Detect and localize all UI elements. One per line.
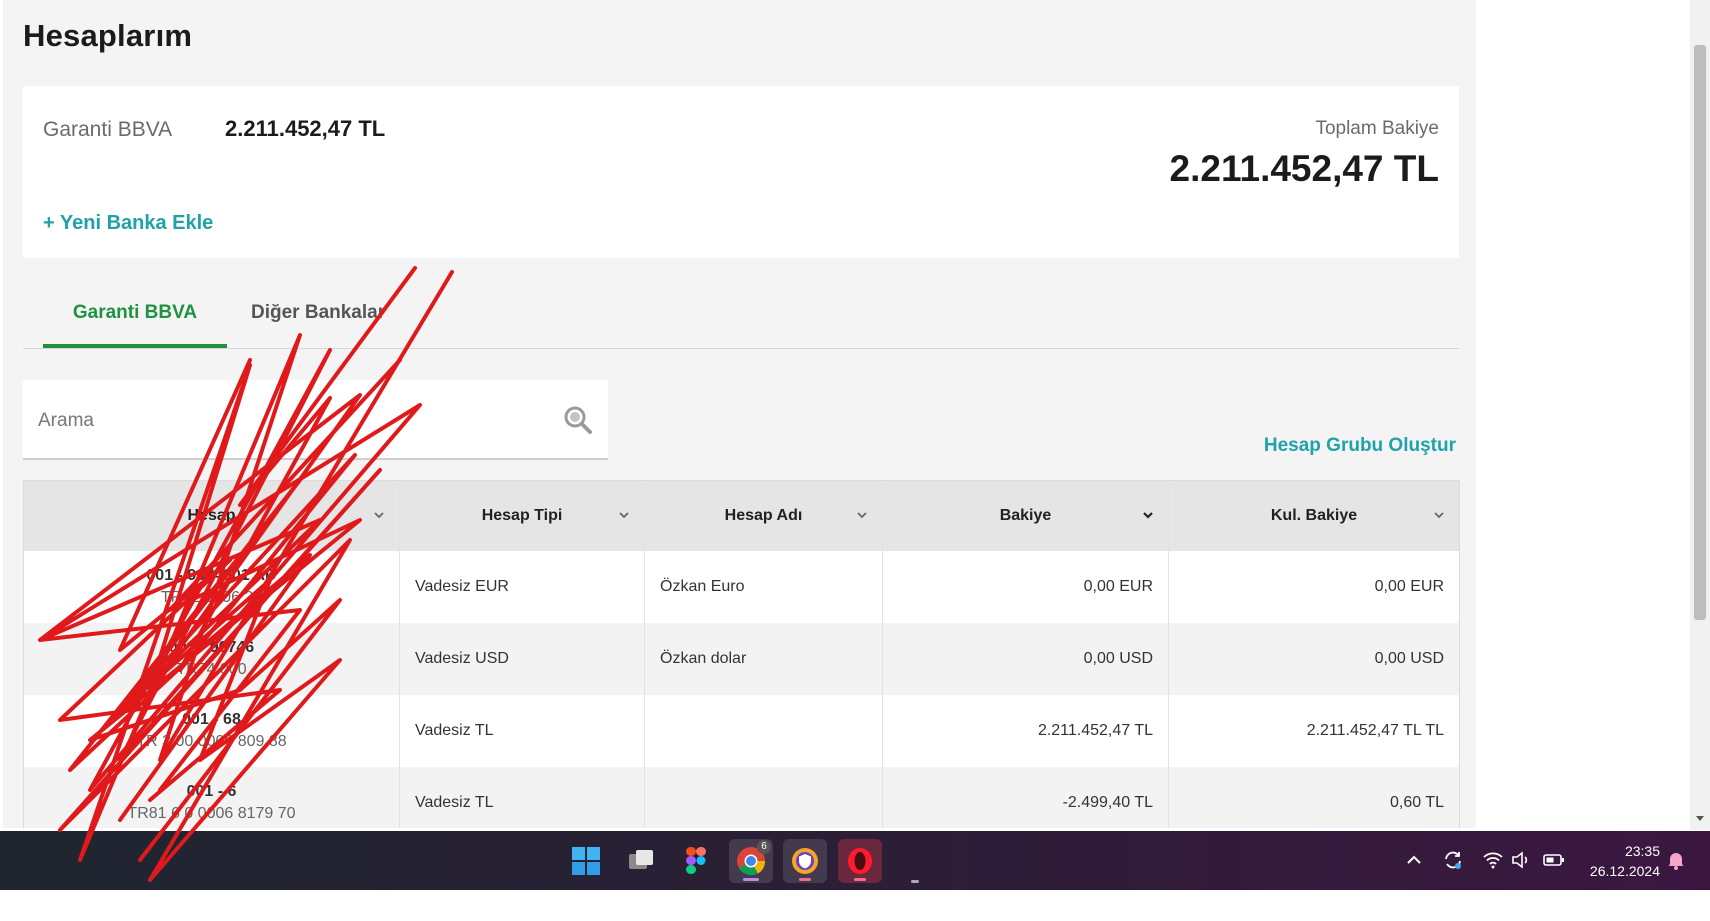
total-balance-label: Toplam Bakiye (1315, 118, 1439, 139)
table-header: Hesap Hesap Tipi Hesap Adı Bakiye Kul. B… (24, 481, 1459, 551)
balance-cell: 2.211.452,47 TL (883, 695, 1169, 767)
search-input[interactable] (38, 404, 538, 438)
windows-start-icon (572, 847, 600, 875)
speaker-icon (1512, 851, 1528, 869)
tray-overflow-button[interactable] (1402, 848, 1426, 872)
chevron-down-icon (374, 512, 384, 519)
battery-button[interactable] (1542, 848, 1566, 872)
column-header-account-name[interactable]: Hesap Adı (645, 481, 883, 551)
account-cell: 001 - 9074601 AD TR42 0006 20 (24, 551, 400, 623)
wifi-icon (1483, 852, 1503, 869)
column-header-account-type[interactable]: Hesap Tipi (400, 481, 645, 551)
summary-bank-amount: 2.211.452,47 TL (225, 116, 386, 141)
summary-bank-name: Garanti BBVA (43, 118, 173, 141)
account-number: 001 - 90746 (168, 639, 255, 656)
balance-cell: 0,00 EUR (883, 551, 1169, 623)
account-name-cell (645, 767, 883, 828)
page-title: Hesaplarım (23, 18, 193, 53)
create-account-group-link[interactable]: Hesap Grubu Oluştur (1264, 435, 1456, 457)
chevron-down-icon (619, 512, 629, 519)
balance-cell: 0,00 USD (883, 623, 1169, 695)
search-icon[interactable] (562, 404, 594, 436)
account-type-cell: Vadesiz USD (400, 623, 645, 695)
taskbar-clock[interactable]: 23:35 26.12.2024 (1590, 841, 1660, 881)
table-row[interactable]: 001 - 9074601 AD TR42 0006 20 Vadesiz EU… (24, 551, 1459, 623)
account-type-cell: Vadesiz EUR (400, 551, 645, 623)
add-bank-link[interactable]: + Yeni Banka Ekle (43, 212, 213, 235)
scroll-down-arrow-icon[interactable] (1694, 812, 1706, 824)
chevron-down-icon (857, 512, 867, 519)
bell-icon (1668, 853, 1684, 870)
usable-balance-cell: 2.211.452,47 TL TL (1306, 722, 1444, 739)
account-name-cell: Özkan dolar (645, 623, 883, 695)
running-indicator (743, 878, 759, 881)
opera-icon (848, 848, 872, 874)
task-view-button[interactable] (619, 839, 663, 883)
tab-garanti-bbva[interactable]: Garanti BBVA (43, 302, 227, 348)
vpn-button[interactable] (783, 839, 827, 883)
account-name-cell: Özkan Euro (645, 551, 883, 623)
running-indicator (854, 878, 866, 881)
account-iban: TR81 6 0 0006 8179 70 (127, 805, 296, 822)
notifications-button[interactable] (1664, 848, 1688, 872)
column-header-account[interactable]: Hesap (24, 481, 400, 551)
sync-icon (1445, 851, 1461, 869)
balance-summary-card: Garanti BBVA 2.211.452,47 TL + Yeni Bank… (23, 86, 1459, 258)
running-indicator (799, 878, 811, 881)
chrome-profile-badge: 6 (757, 840, 771, 854)
opera-button[interactable] (838, 839, 882, 883)
account-name-cell (645, 695, 883, 767)
balance-cell: -2.499,40 TL (883, 767, 1169, 828)
taskbar-overflow-indicator (911, 880, 919, 883)
task-view-icon (629, 850, 653, 869)
account-number: 001 - 6 (186, 783, 237, 800)
account-iban: TR 3 00 0006 809 88 (136, 733, 287, 750)
table-row[interactable]: 001 - 6 TR81 6 0 0006 8179 70 Vadesiz TL… (24, 767, 1459, 828)
table-row[interactable]: 001 - 90746 TR74 000 Vadesiz USD Özkan d… (24, 623, 1459, 695)
column-header-balance[interactable]: Bakiye (883, 481, 1169, 551)
screen: Hesaplarım Garanti BBVA 2.211.452,47 TL … (0, 0, 1710, 921)
figma-button[interactable] (674, 839, 718, 883)
search-box (23, 380, 608, 460)
account-number: 001 - 9074601 AD (146, 567, 277, 584)
wifi-button[interactable] (1481, 848, 1505, 872)
accounts-table: Hesap Hesap Tipi Hesap Adı Bakiye Kul. B… (23, 480, 1460, 828)
chevron-down-icon (1434, 512, 1444, 519)
account-cell: 001 - 6 TR81 6 0 0006 8179 70 (24, 767, 400, 828)
sync-button[interactable] (1441, 848, 1465, 872)
figma-icon (686, 847, 706, 874)
table-row[interactable]: 001 - 68 TR 3 00 0006 809 88 Vadesiz TL … (24, 695, 1459, 767)
account-iban: TR74 000 (176, 661, 247, 678)
column-header-usable-balance[interactable]: Kul. Bakiye (1169, 481, 1459, 551)
bank-tabs: Garanti BBVA Diğer Bankalar (23, 288, 1459, 349)
chrome-button[interactable]: 6 (729, 839, 773, 883)
clock-time: 23:35 (1624, 843, 1660, 859)
chevron-up-icon (1407, 855, 1421, 864)
account-cell: 001 - 68 TR 3 00 0006 809 88 (24, 695, 400, 767)
account-type-cell: Vadesiz TL (400, 767, 645, 828)
tab-other-banks[interactable]: Diğer Bankalar (231, 302, 405, 348)
usable-balance-cell: 0,00 USD (1374, 650, 1444, 667)
vpn-shield-icon (792, 848, 818, 874)
account-number: 001 - 68 (182, 711, 241, 728)
app-window: Hesaplarım Garanti BBVA 2.211.452,47 TL … (3, 0, 1476, 828)
usable-balance-cell: 0,60 TL (1390, 794, 1444, 811)
account-cell: 001 - 90746 TR74 000 (24, 623, 400, 695)
scrollbar-thumb[interactable] (1694, 45, 1706, 620)
windows-taskbar: 6 23:35 26.12.2024 (0, 831, 1710, 890)
chevron-down-icon (1143, 512, 1153, 519)
battery-icon (1543, 854, 1564, 866)
page-scrollbar[interactable] (1690, 0, 1710, 830)
clock-date: 26.12.2024 (1589, 863, 1660, 879)
account-type-cell: Vadesiz TL (400, 695, 645, 767)
usable-balance-cell: 0,00 EUR (1374, 578, 1444, 595)
volume-button[interactable] (1509, 848, 1533, 872)
start-button[interactable] (564, 839, 608, 883)
total-balance-amount: 2.211.452,47 TL (1169, 148, 1439, 189)
account-iban: TR42 0006 20 (160, 589, 263, 606)
